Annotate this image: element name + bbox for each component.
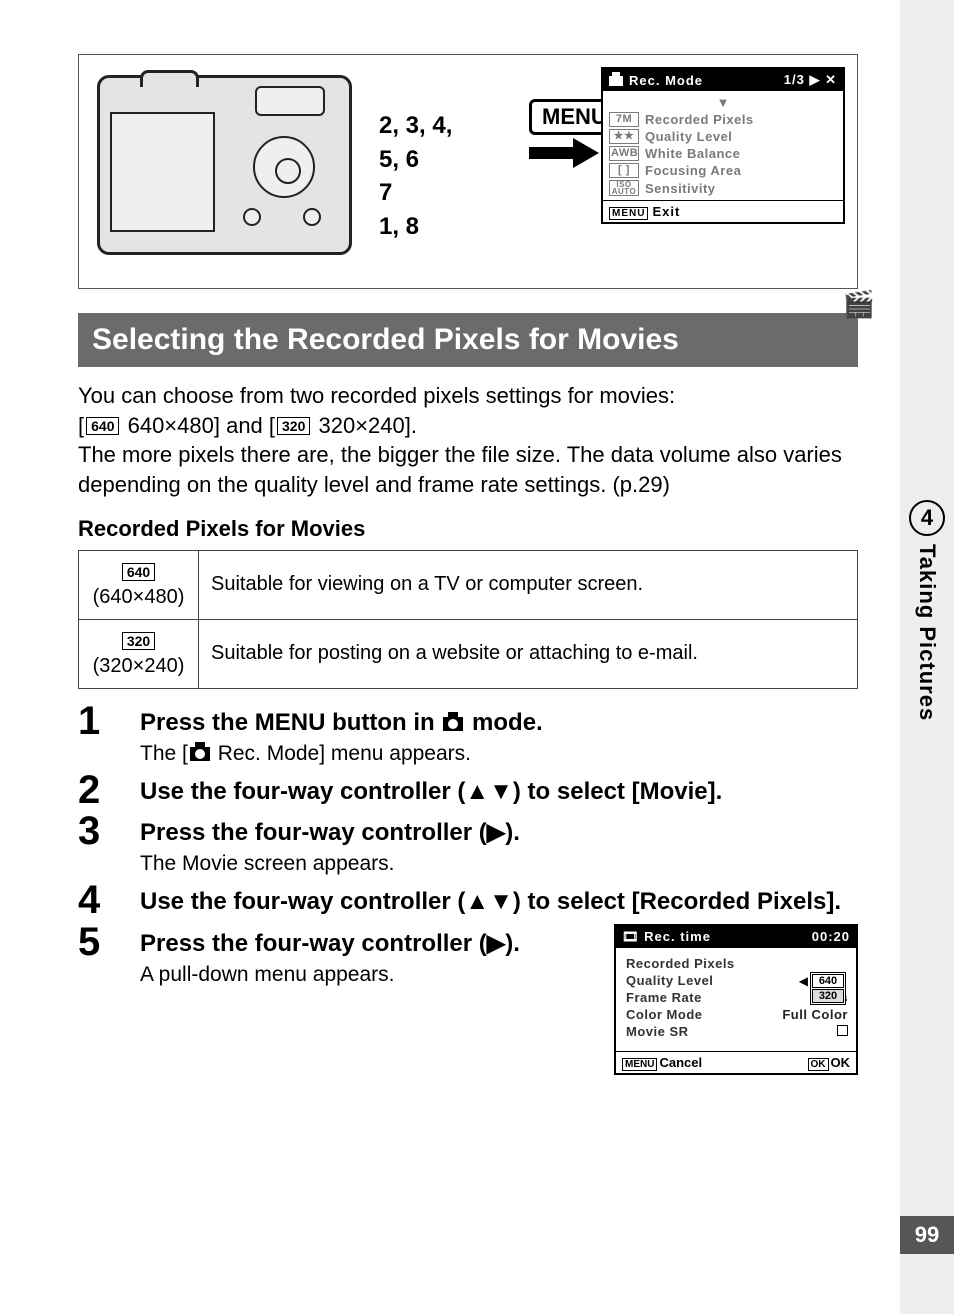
callout-line-3: 7 bbox=[379, 176, 452, 210]
callout-line-2: 5, 6 bbox=[379, 143, 452, 177]
movie-settings-menu: 🎞 Rec. time 00:20 Recorded Pixels Qualit… bbox=[614, 924, 858, 1075]
chapter-title: Taking Pictures bbox=[914, 544, 940, 721]
menu-item: ISO AUTOSensitivity bbox=[609, 180, 837, 196]
menu-item: 7MRecorded Pixels bbox=[609, 112, 837, 127]
menu-item: AWBWhite Balance bbox=[609, 146, 837, 161]
chip-320: 320 bbox=[277, 417, 310, 435]
callout-line-1: 2, 3, 4, bbox=[379, 109, 452, 143]
camera-icon bbox=[190, 747, 210, 761]
step-2: Use the four-way controller (▲▼) to sele… bbox=[78, 776, 858, 807]
camera-icon bbox=[443, 717, 463, 731]
intro-text: You can choose from two recorded pixels … bbox=[78, 381, 858, 500]
chip-640: 640 bbox=[86, 417, 119, 435]
chapter-number: 4 bbox=[909, 500, 945, 536]
step-4: Use the four-way controller (▲▼) to sele… bbox=[78, 886, 858, 917]
step-1: Press the MENU button in mode. The [ Rec… bbox=[78, 707, 858, 766]
pixels-table: 640(640×480) Suitable for viewing on a T… bbox=[78, 550, 858, 689]
camera-icon bbox=[609, 76, 623, 86]
menu-item: ★★Quality Level bbox=[609, 129, 837, 144]
pixels-dropdown: 640 320 bbox=[810, 972, 846, 1005]
callout-line-4: 1, 8 bbox=[379, 210, 452, 244]
top-diagram: 2, 3, 4, 5, 6 7 1, 8 MENU Rec. Mode 1/3 … bbox=[78, 54, 858, 289]
checkbox-icon bbox=[837, 1025, 848, 1036]
camera-illustration bbox=[97, 75, 352, 255]
menu-item: [ ]Focusing Area bbox=[609, 163, 837, 178]
table-row: 320(320×240) Suitable for posting on a w… bbox=[79, 619, 858, 688]
step-3: Press the four-way controller (▶). The M… bbox=[78, 817, 858, 876]
rec-mode-title: Rec. Mode bbox=[629, 73, 703, 88]
table-heading: Recorded Pixels for Movies bbox=[78, 516, 858, 542]
chapter-tab: 4 Taking Pictures bbox=[908, 500, 946, 726]
page-number: 99 bbox=[900, 1216, 954, 1254]
step-5: Press the four-way controller (▶). A pul… bbox=[78, 928, 858, 987]
rec-mode-menu: Rec. Mode 1/3 ▶ ✕ ▼ 7MRecorded Pixels ★★… bbox=[601, 67, 845, 224]
table-row: 640(640×480) Suitable for viewing on a T… bbox=[79, 550, 858, 619]
movie-icon: 🎬 bbox=[843, 289, 875, 320]
rec-mode-page-indicator: 1/3 ▶ ✕ bbox=[784, 72, 837, 88]
section-heading: Selecting the Recorded Pixels for Movies bbox=[78, 313, 858, 367]
menu-exit: MENUExit bbox=[603, 200, 843, 222]
arrow-icon bbox=[529, 141, 603, 165]
callout-labels: 2, 3, 4, 5, 6 7 1, 8 bbox=[379, 109, 452, 243]
